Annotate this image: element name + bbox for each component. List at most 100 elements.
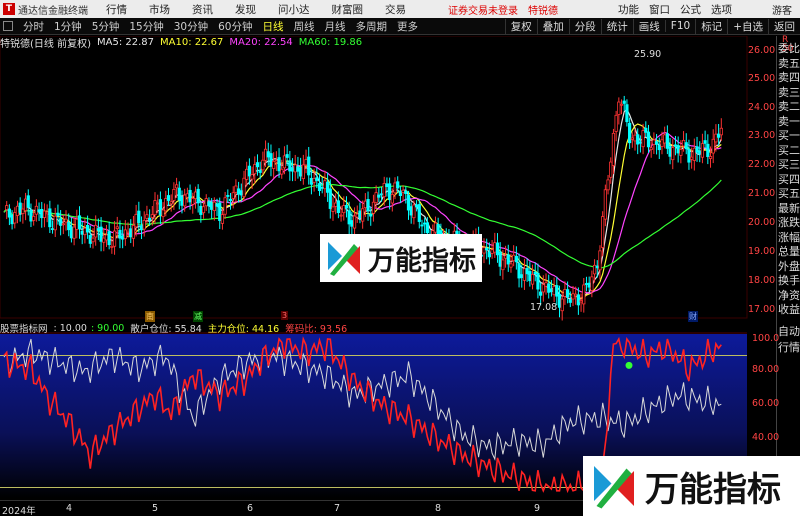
price-tick-label: 19.00 bbox=[748, 246, 776, 257]
candle-body bbox=[619, 103, 624, 106]
candle-body bbox=[530, 274, 535, 285]
stats-button[interactable]: 统计 bbox=[600, 18, 633, 34]
quote-tab[interactable]: 卖一 bbox=[778, 115, 800, 129]
f10-button[interactable]: F10 bbox=[664, 20, 695, 32]
candle-body bbox=[15, 205, 20, 216]
quote-tab[interactable]: 买二 bbox=[778, 144, 800, 158]
stock-button[interactable]: 特锐德 bbox=[528, 2, 558, 17]
menu-news[interactable]: 资讯 bbox=[192, 2, 213, 17]
menu-wealth[interactable]: 财富圈 bbox=[332, 2, 364, 17]
candle-body bbox=[272, 160, 276, 169]
guest-label[interactable]: 游客 bbox=[772, 2, 792, 17]
quote-tab[interactable]: 卖五 bbox=[778, 57, 800, 71]
function-menu[interactable]: 功能 bbox=[618, 2, 639, 17]
segment-button[interactable]: 分段 bbox=[568, 18, 601, 34]
mark-button[interactable]: 标记 bbox=[695, 18, 727, 34]
quote-tab[interactable]: 净资 bbox=[778, 289, 800, 303]
candle-body bbox=[312, 178, 316, 183]
back-button[interactable]: 返回 bbox=[768, 18, 800, 34]
draw-button[interactable]: 画线 bbox=[632, 18, 665, 34]
candle-body bbox=[172, 188, 176, 201]
candle-body bbox=[638, 141, 643, 144]
add-watchlist-button[interactable]: +自选 bbox=[727, 18, 768, 34]
candle-body bbox=[495, 242, 500, 256]
period-daily[interactable]: 日线 bbox=[258, 19, 289, 34]
formula-menu[interactable]: 公式 bbox=[680, 2, 701, 17]
candle-body bbox=[352, 215, 357, 229]
quote-tab[interactable]: 卖二 bbox=[778, 100, 800, 114]
candle-body bbox=[668, 146, 672, 157]
quote-tab[interactable]: 总量 bbox=[778, 245, 800, 259]
price-tick-label: 22.00 bbox=[748, 159, 776, 170]
period-more[interactable]: 更多 bbox=[392, 19, 423, 34]
period-5min[interactable]: 5分钟 bbox=[87, 19, 125, 34]
quote-tab[interactable]: 买四 bbox=[778, 173, 800, 187]
quote-tab[interactable]: 买三 bbox=[778, 158, 800, 172]
quote-tab[interactable]: 买五 bbox=[778, 187, 800, 201]
window-menu[interactable]: 窗口 bbox=[649, 2, 670, 17]
quote-tab[interactable]: 换手 bbox=[778, 274, 800, 288]
quote-tab[interactable]: 外盘 bbox=[778, 260, 800, 274]
options-menu[interactable]: 选项 bbox=[711, 2, 732, 17]
candle-body bbox=[347, 210, 351, 225]
quote-tab[interactable]: 最新 bbox=[778, 202, 800, 216]
candle-body bbox=[654, 141, 659, 145]
quote-tab[interactable]: 买一 bbox=[778, 129, 800, 143]
period-weekly[interactable]: 周线 bbox=[289, 19, 320, 34]
period-15min[interactable]: 15分钟 bbox=[124, 19, 168, 34]
candle-body bbox=[592, 264, 597, 275]
login-status[interactable]: 证券交易未登录 bbox=[448, 2, 518, 17]
candle-body bbox=[85, 225, 90, 233]
adjust-button[interactable]: 复权 bbox=[504, 18, 537, 34]
quote-tab[interactable]: 卖三 bbox=[778, 86, 800, 100]
period-monthly[interactable]: 月线 bbox=[320, 19, 351, 34]
period-1min[interactable]: 1分钟 bbox=[49, 19, 87, 34]
candle-body bbox=[218, 202, 222, 221]
candle-body bbox=[506, 254, 510, 265]
candle-body bbox=[371, 201, 376, 214]
period-60min[interactable]: 60分钟 bbox=[213, 19, 257, 34]
candle-body bbox=[72, 226, 76, 239]
candle-body bbox=[385, 183, 389, 188]
candle-body bbox=[242, 177, 246, 198]
candle-body bbox=[369, 213, 373, 217]
menu-quotes[interactable]: 行情 bbox=[106, 2, 127, 17]
quote-tab[interactable]: 收益 bbox=[778, 303, 800, 317]
candle-body bbox=[315, 177, 319, 181]
period-multi[interactable]: 多周期 bbox=[351, 19, 393, 34]
quote-tab[interactable]: 涨跌 bbox=[778, 216, 800, 230]
quote-tab[interactable]: 委比 bbox=[778, 42, 800, 56]
period-intraday[interactable]: 分时 bbox=[18, 19, 49, 34]
candle-body bbox=[331, 206, 335, 212]
event-marker[interactable]: 财 bbox=[688, 311, 698, 322]
candle-body bbox=[148, 217, 152, 221]
period-30min[interactable]: 30分钟 bbox=[169, 19, 213, 34]
candle-body bbox=[48, 208, 52, 228]
lower-tab[interactable]: 行情 bbox=[778, 341, 800, 355]
quote-tab[interactable]: 涨幅 bbox=[778, 231, 800, 245]
toolbar-toggle-icon[interactable] bbox=[3, 21, 13, 31]
candle-body bbox=[307, 156, 311, 176]
candle-body bbox=[700, 143, 705, 158]
candle-body bbox=[617, 101, 621, 115]
candle-body bbox=[266, 151, 270, 158]
menu-trade[interactable]: 交易 bbox=[385, 2, 406, 17]
candle-body bbox=[261, 159, 265, 171]
candle-body bbox=[67, 222, 71, 231]
candle-body bbox=[574, 293, 578, 297]
menu-ask[interactable]: 问小达 bbox=[278, 2, 310, 17]
candle-body bbox=[433, 222, 438, 233]
lower-tab[interactable]: 自动 bbox=[778, 325, 800, 339]
indicator-value2: : 90.00 bbox=[90, 322, 125, 334]
menu-market[interactable]: 市场 bbox=[149, 2, 170, 17]
candle-body bbox=[245, 168, 249, 180]
price-tick-label: 20.00 bbox=[748, 217, 776, 228]
candle-body bbox=[34, 205, 38, 215]
menu-discover[interactable]: 发现 bbox=[235, 2, 256, 17]
quote-tab[interactable]: 卖四 bbox=[778, 71, 800, 85]
candle-body bbox=[541, 284, 545, 293]
overlay-button[interactable]: 叠加 bbox=[536, 18, 569, 34]
candle-body bbox=[142, 219, 146, 230]
event-marker[interactable]: 3 bbox=[281, 311, 289, 320]
candle-body bbox=[525, 268, 529, 275]
